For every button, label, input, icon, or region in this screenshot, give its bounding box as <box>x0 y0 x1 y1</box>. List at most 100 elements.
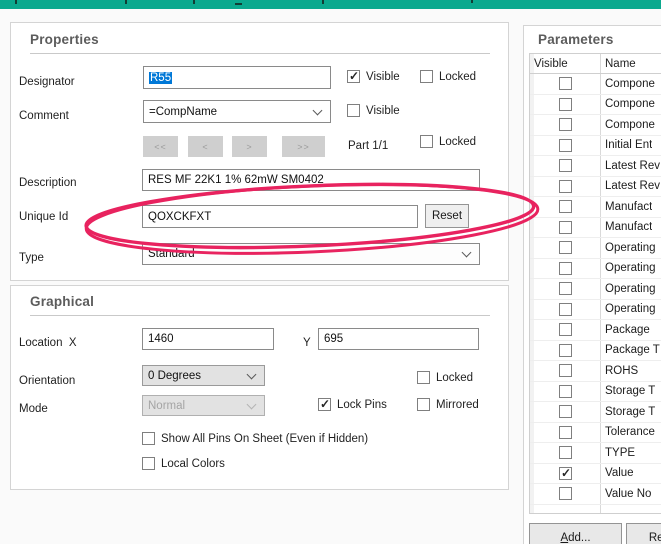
type-value: Standard <box>148 248 195 260</box>
table-row[interactable]: Operating <box>530 300 661 320</box>
parameter-visible-checkbox[interactable] <box>559 241 572 254</box>
mirrored-checkbox[interactable] <box>417 398 430 411</box>
next-part-button[interactable]: > <box>232 136 267 157</box>
table-row[interactable]: Compone <box>530 74 661 95</box>
parameter-visible-checkbox[interactable] <box>559 425 572 439</box>
part-count-label: Part 1/1 <box>348 140 389 152</box>
previous-part-button[interactable]: < <box>188 136 223 157</box>
parameter-visible-checkbox[interactable] <box>559 282 572 295</box>
table-row[interactable]: Operating <box>530 259 661 279</box>
comment-visible-checkbox[interactable] <box>347 104 360 117</box>
mode-dropdown: Normal <box>142 395 265 416</box>
dialog: Properties Designator R55 Visible Locked… <box>0 0 661 544</box>
table-row[interactable]: Storage T <box>530 402 661 423</box>
table-row[interactable]: Value No <box>530 484 661 505</box>
first-part-button[interactable]: << <box>143 136 178 157</box>
comment-visible-label: Visible <box>366 105 400 117</box>
graphical-panel: Graphical Location X 1460 Y 695 Orientat… <box>10 285 509 490</box>
table-row[interactable]: Operating <box>530 279 661 300</box>
table-row[interactable]: Value <box>530 464 661 484</box>
unique-id-label: Unique Id <box>19 211 69 223</box>
divider <box>30 315 490 316</box>
designator-input[interactable]: R55 <box>143 66 331 89</box>
parameter-visible-checkbox[interactable] <box>559 118 572 131</box>
last-part-button[interactable]: >> <box>282 136 325 157</box>
table-row[interactable]: Initial Ent <box>530 136 661 156</box>
table-row[interactable]: Latest Rev <box>530 177 661 197</box>
unique-id-input[interactable]: QOXCKFXT <box>142 205 418 228</box>
table-row[interactable]: Manufact <box>530 197 661 218</box>
parameter-visible-checkbox[interactable] <box>559 261 572 275</box>
parameter-name: Storage T <box>605 405 656 418</box>
part-locked-checkbox[interactable] <box>420 135 433 148</box>
table-row[interactable]: Compone <box>530 115 661 136</box>
designator-visible-checkbox[interactable] <box>347 69 360 83</box>
parameter-visible-checkbox[interactable] <box>559 487 572 500</box>
show-all-pins-label: Show All Pins On Sheet (Even if Hidden) <box>161 433 369 445</box>
table-row[interactable]: Compone <box>530 95 661 115</box>
designator-label: Designator <box>19 76 75 88</box>
mode-value: Normal <box>148 399 186 412</box>
comment-dropdown[interactable]: =CompName <box>143 100 331 123</box>
parameters-panel: Parameters Visible Name Compone Compone … <box>523 25 661 544</box>
description-input[interactable]: RES MF 22K1 1% 62mW SM0402 <box>142 169 480 191</box>
table-row[interactable]: Package <box>530 320 661 341</box>
parameter-name: Package T <box>605 344 660 357</box>
parameter-visible-checkbox[interactable] <box>559 323 572 336</box>
table-row[interactable]: Latest Rev <box>530 156 661 177</box>
parameter-visible-checkbox[interactable] <box>559 405 572 418</box>
lock-pins-checkbox[interactable] <box>318 397 331 411</box>
parameter-visible-checkbox[interactable] <box>559 179 572 193</box>
parameter-visible-checkbox[interactable] <box>559 384 572 398</box>
local-colors-checkbox[interactable] <box>142 457 155 470</box>
table-row[interactable]: Tolerance <box>530 423 661 443</box>
mirrored-label: Mirrored <box>436 399 479 411</box>
designator-visible-label: Visible <box>366 71 400 83</box>
table-row[interactable]: TYPE <box>530 443 661 464</box>
orientation-dropdown[interactable]: 0 Degrees <box>142 365 265 386</box>
table-row[interactable]: Storage T <box>530 382 661 402</box>
graphical-locked-label: Locked <box>436 372 474 384</box>
parameter-visible-checkbox[interactable] <box>559 343 572 357</box>
parameter-visible-checkbox[interactable] <box>559 77 572 90</box>
table-row[interactable]: Package T <box>530 341 661 361</box>
parameter-visible-checkbox[interactable] <box>559 200 572 213</box>
add-button[interactable]: Add... <box>529 523 622 544</box>
type-dropdown[interactable]: Standard <box>142 243 480 265</box>
chevron-down-icon <box>312 105 323 115</box>
parameter-visible-checkbox[interactable] <box>559 446 572 459</box>
divider <box>30 53 490 54</box>
visible-column-header: Visible <box>534 57 568 70</box>
location-y-input[interactable]: 695 <box>318 328 479 350</box>
parameter-visible-checkbox[interactable] <box>559 220 572 234</box>
parameter-visible-checkbox[interactable] <box>559 159 572 172</box>
parameters-title: Parameters <box>538 32 614 47</box>
parameter-visible-checkbox[interactable] <box>559 364 572 377</box>
designator-value: R55 <box>149 71 173 84</box>
parameter-visible-checkbox[interactable] <box>559 466 572 480</box>
show-all-pins-checkbox[interactable] <box>142 432 155 445</box>
parameter-visible-checkbox[interactable] <box>559 302 572 316</box>
designator-locked-checkbox[interactable] <box>420 70 433 83</box>
table-row[interactable]: Manufact <box>530 218 661 238</box>
location-x-input[interactable]: 1460 <box>142 328 274 350</box>
table-row[interactable]: Operating <box>530 238 661 259</box>
parameter-visible-checkbox[interactable] <box>559 97 572 111</box>
parameters-table: Visible Name Compone Compone Compone Ini… <box>529 53 661 514</box>
graphical-locked-checkbox[interactable] <box>417 371 430 384</box>
properties-panel: Properties Designator R55 Visible Locked… <box>10 22 509 281</box>
remove-button[interactable]: Rem <box>626 523 661 544</box>
parameter-name: Package <box>605 323 650 336</box>
parameter-name: Manufact <box>605 200 653 213</box>
parameter-visible-checkbox[interactable] <box>559 138 572 152</box>
titlebar <box>0 0 661 9</box>
parameter-name: Latest Rev <box>605 159 660 172</box>
chevron-down-icon <box>461 247 472 258</box>
table-row[interactable]: ROHS <box>530 361 661 382</box>
parameter-name: Compone <box>605 77 655 90</box>
local-colors-label: Local Colors <box>161 458 225 470</box>
chevron-down-icon <box>246 369 257 379</box>
name-column-header: Name <box>605 57 636 70</box>
parameter-name: Tolerance <box>605 426 655 439</box>
reset-button[interactable]: Reset <box>425 204 469 228</box>
